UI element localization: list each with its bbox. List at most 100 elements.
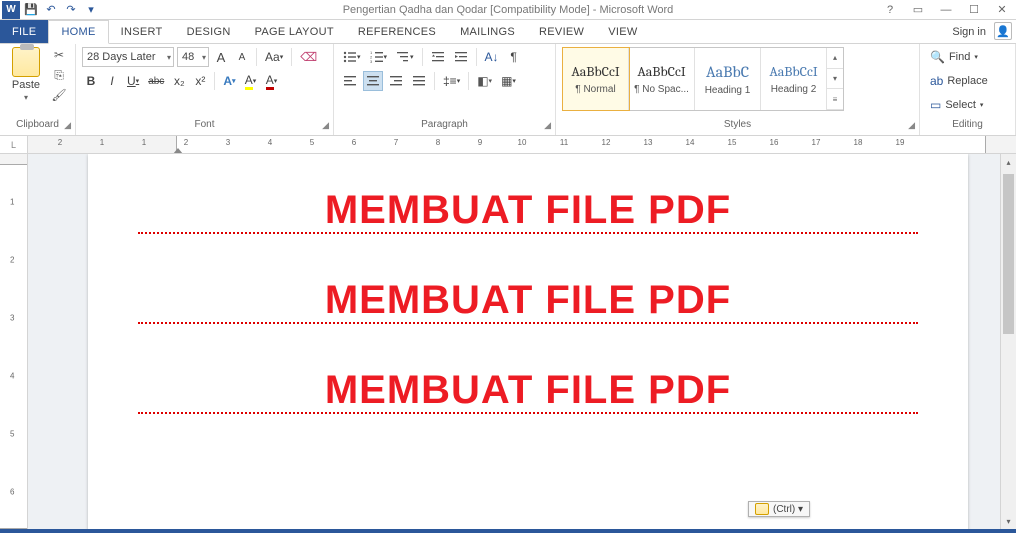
minimize-icon[interactable]: — <box>932 0 960 20</box>
qat-customize-icon[interactable]: ▾ <box>82 1 100 19</box>
superscript-button[interactable]: x² <box>191 71 209 91</box>
styles-gallery-scroll: ▴ ▾ ≡ <box>827 48 843 110</box>
document-viewport[interactable]: MEMBUAT FILE PDF MEMBUAT FILE PDF MEMBUA… <box>28 154 1000 529</box>
help-icon[interactable]: ? <box>876 0 904 20</box>
text-effects-button[interactable]: A▾ <box>220 71 238 91</box>
group-label-clipboard: Clipboard◢ <box>0 119 75 135</box>
scroll-thumb[interactable] <box>1003 174 1014 334</box>
select-button[interactable]: ▭Select ▾ <box>926 95 987 115</box>
show-marks-icon[interactable]: ¶ <box>505 47 523 67</box>
group-font: 28 Days Later▾ 48▾ A A Aa▾ ⌫ B I U▾ abc … <box>76 44 334 135</box>
group-clipboard: Paste ▾ ✂ ⎘ 🖌 Clipboard◢ <box>0 44 76 135</box>
svg-text:3: 3 <box>370 59 373 64</box>
group-label-editing: Editing <box>920 119 1015 135</box>
align-center-icon[interactable] <box>363 71 383 91</box>
group-label-paragraph: Paragraph◢ <box>334 119 555 135</box>
multilevel-list-button[interactable]: ▾ <box>393 47 417 67</box>
group-styles: AaBbCcI¶ Normal AaBbCcI¶ No Spac... AaBb… <box>556 44 920 135</box>
font-name-combo[interactable]: 28 Days Later▾ <box>82 47 174 67</box>
scroll-up-icon[interactable]: ▴ <box>1001 154 1016 170</box>
align-right-icon[interactable] <box>386 71 406 91</box>
bullets-button[interactable]: ▾ <box>340 47 364 67</box>
increase-indent-icon[interactable] <box>451 47 471 67</box>
clear-formatting-icon[interactable]: ⌫ <box>297 47 320 67</box>
replace-button[interactable]: abReplace <box>926 71 992 91</box>
status-bar <box>0 529 1016 533</box>
vertical-scrollbar[interactable]: ▴ ▾ <box>1000 154 1016 529</box>
grow-font-icon[interactable]: A <box>212 47 230 67</box>
paste-button[interactable]: Paste ▾ <box>6 47 46 102</box>
underline-button[interactable]: U▾ <box>124 71 142 91</box>
style-heading-1[interactable]: AaBbCHeading 1 <box>695 48 761 110</box>
undo-icon[interactable]: ↶ <box>42 1 60 19</box>
tab-home[interactable]: HOME <box>48 20 108 44</box>
font-size-combo[interactable]: 48▾ <box>177 47 209 67</box>
doc-line-2: MEMBUAT FILE PDF <box>138 280 918 324</box>
font-color-button[interactable]: A▾ <box>263 71 281 91</box>
styles-scroll-up-icon[interactable]: ▴ <box>827 48 843 69</box>
redo-icon[interactable]: ↷ <box>62 1 80 19</box>
sign-in-link[interactable]: Sign in <box>952 20 986 44</box>
paragraph-dialog-launcher-icon[interactable]: ◢ <box>544 120 551 131</box>
shading-button[interactable]: ◧▾ <box>474 71 495 91</box>
shrink-font-icon[interactable]: A <box>233 47 251 67</box>
line-spacing-button[interactable]: ‡≡▾ <box>440 71 463 91</box>
style-heading-2[interactable]: AaBbCcIHeading 2 <box>761 48 827 110</box>
style-normal[interactable]: AaBbCcI¶ Normal <box>563 48 629 110</box>
find-button[interactable]: 🔍Find ▾ <box>926 47 982 67</box>
strikethrough-button[interactable]: abc <box>145 71 167 91</box>
tab-insert[interactable]: INSERT <box>109 20 175 43</box>
justify-icon[interactable] <box>409 71 429 91</box>
paste-label: Paste <box>12 79 40 91</box>
clipboard-dialog-launcher-icon[interactable]: ◢ <box>64 120 71 131</box>
align-left-icon[interactable] <box>340 71 360 91</box>
scroll-down-icon[interactable]: ▾ <box>1001 513 1016 529</box>
group-paragraph: ▾ 123▾ ▾ A↓ ¶ ‡≡▾ ◧▾ ▦▾ <box>334 44 556 135</box>
highlight-button[interactable]: A▾ <box>242 71 260 91</box>
italic-button[interactable]: I <box>103 71 121 91</box>
borders-button[interactable]: ▦▾ <box>498 71 519 91</box>
sort-icon[interactable]: A↓ <box>482 47 502 67</box>
group-label-styles: Styles◢ <box>556 119 919 135</box>
save-icon[interactable]: 💾 <box>22 1 40 19</box>
tab-page-layout[interactable]: PAGE LAYOUT <box>243 20 346 43</box>
quick-access-toolbar: W 💾 ↶ ↷ ▾ <box>0 1 100 19</box>
format-painter-icon[interactable]: 🖌 <box>50 87 68 103</box>
close-icon[interactable]: ✕ <box>988 0 1016 20</box>
tab-mailings[interactable]: MAILINGS <box>448 20 527 43</box>
word-app-icon[interactable]: W <box>2 1 20 19</box>
tab-file[interactable]: FILE <box>0 20 48 43</box>
horizontal-ruler[interactable]: 2112345678910111213141516171819 <box>28 136 1016 154</box>
copy-icon[interactable]: ⎘ <box>50 67 68 83</box>
styles-more-icon[interactable]: ≡ <box>827 89 843 110</box>
cut-icon[interactable]: ✂ <box>50 47 68 63</box>
select-icon: ▭ <box>930 98 941 112</box>
ribbon: Paste ▾ ✂ ⎘ 🖌 Clipboard◢ 28 Days Later▾ … <box>0 44 1016 136</box>
paste-options-smarttag[interactable]: (Ctrl) ▾ <box>748 501 810 517</box>
paste-icon <box>12 47 40 77</box>
title-bar: W 💾 ↶ ↷ ▾ Pengertian Qadha dan Qodar [Co… <box>0 0 1016 20</box>
work-area: 123456 MEMBUAT FILE PDF MEMBUAT FILE PDF… <box>0 154 1016 529</box>
styles-dialog-launcher-icon[interactable]: ◢ <box>908 120 915 131</box>
tab-review[interactable]: REVIEW <box>527 20 596 43</box>
user-icon[interactable]: 👤 <box>994 22 1012 40</box>
group-editing: 🔍Find ▾ abReplace ▭Select ▾ Editing <box>920 44 1016 135</box>
subscript-button[interactable]: x₂ <box>170 71 188 91</box>
styles-scroll-down-icon[interactable]: ▾ <box>827 69 843 90</box>
bold-button[interactable]: B <box>82 71 100 91</box>
decrease-indent-icon[interactable] <box>428 47 448 67</box>
change-case-button[interactable]: Aa▾ <box>262 47 286 67</box>
style-no-spacing[interactable]: AaBbCcI¶ No Spac... <box>629 48 695 110</box>
ribbon-options-icon[interactable]: ▭ <box>904 0 932 20</box>
font-dialog-launcher-icon[interactable]: ◢ <box>322 120 329 131</box>
window-title: Pengertian Qadha dan Qodar [Compatibilit… <box>343 4 674 16</box>
styles-gallery: AaBbCcI¶ Normal AaBbCcI¶ No Spac... AaBb… <box>562 47 844 111</box>
vertical-ruler[interactable]: 123456 <box>0 154 28 529</box>
tab-references[interactable]: REFERENCES <box>346 20 448 43</box>
tab-selector-icon[interactable]: L <box>0 136 28 154</box>
doc-line-1: MEMBUAT FILE PDF <box>138 190 918 234</box>
tab-view[interactable]: VIEW <box>596 20 649 43</box>
maximize-icon[interactable]: ☐ <box>960 0 988 20</box>
tab-design[interactable]: DESIGN <box>175 20 243 43</box>
numbering-button[interactable]: 123▾ <box>367 47 391 67</box>
